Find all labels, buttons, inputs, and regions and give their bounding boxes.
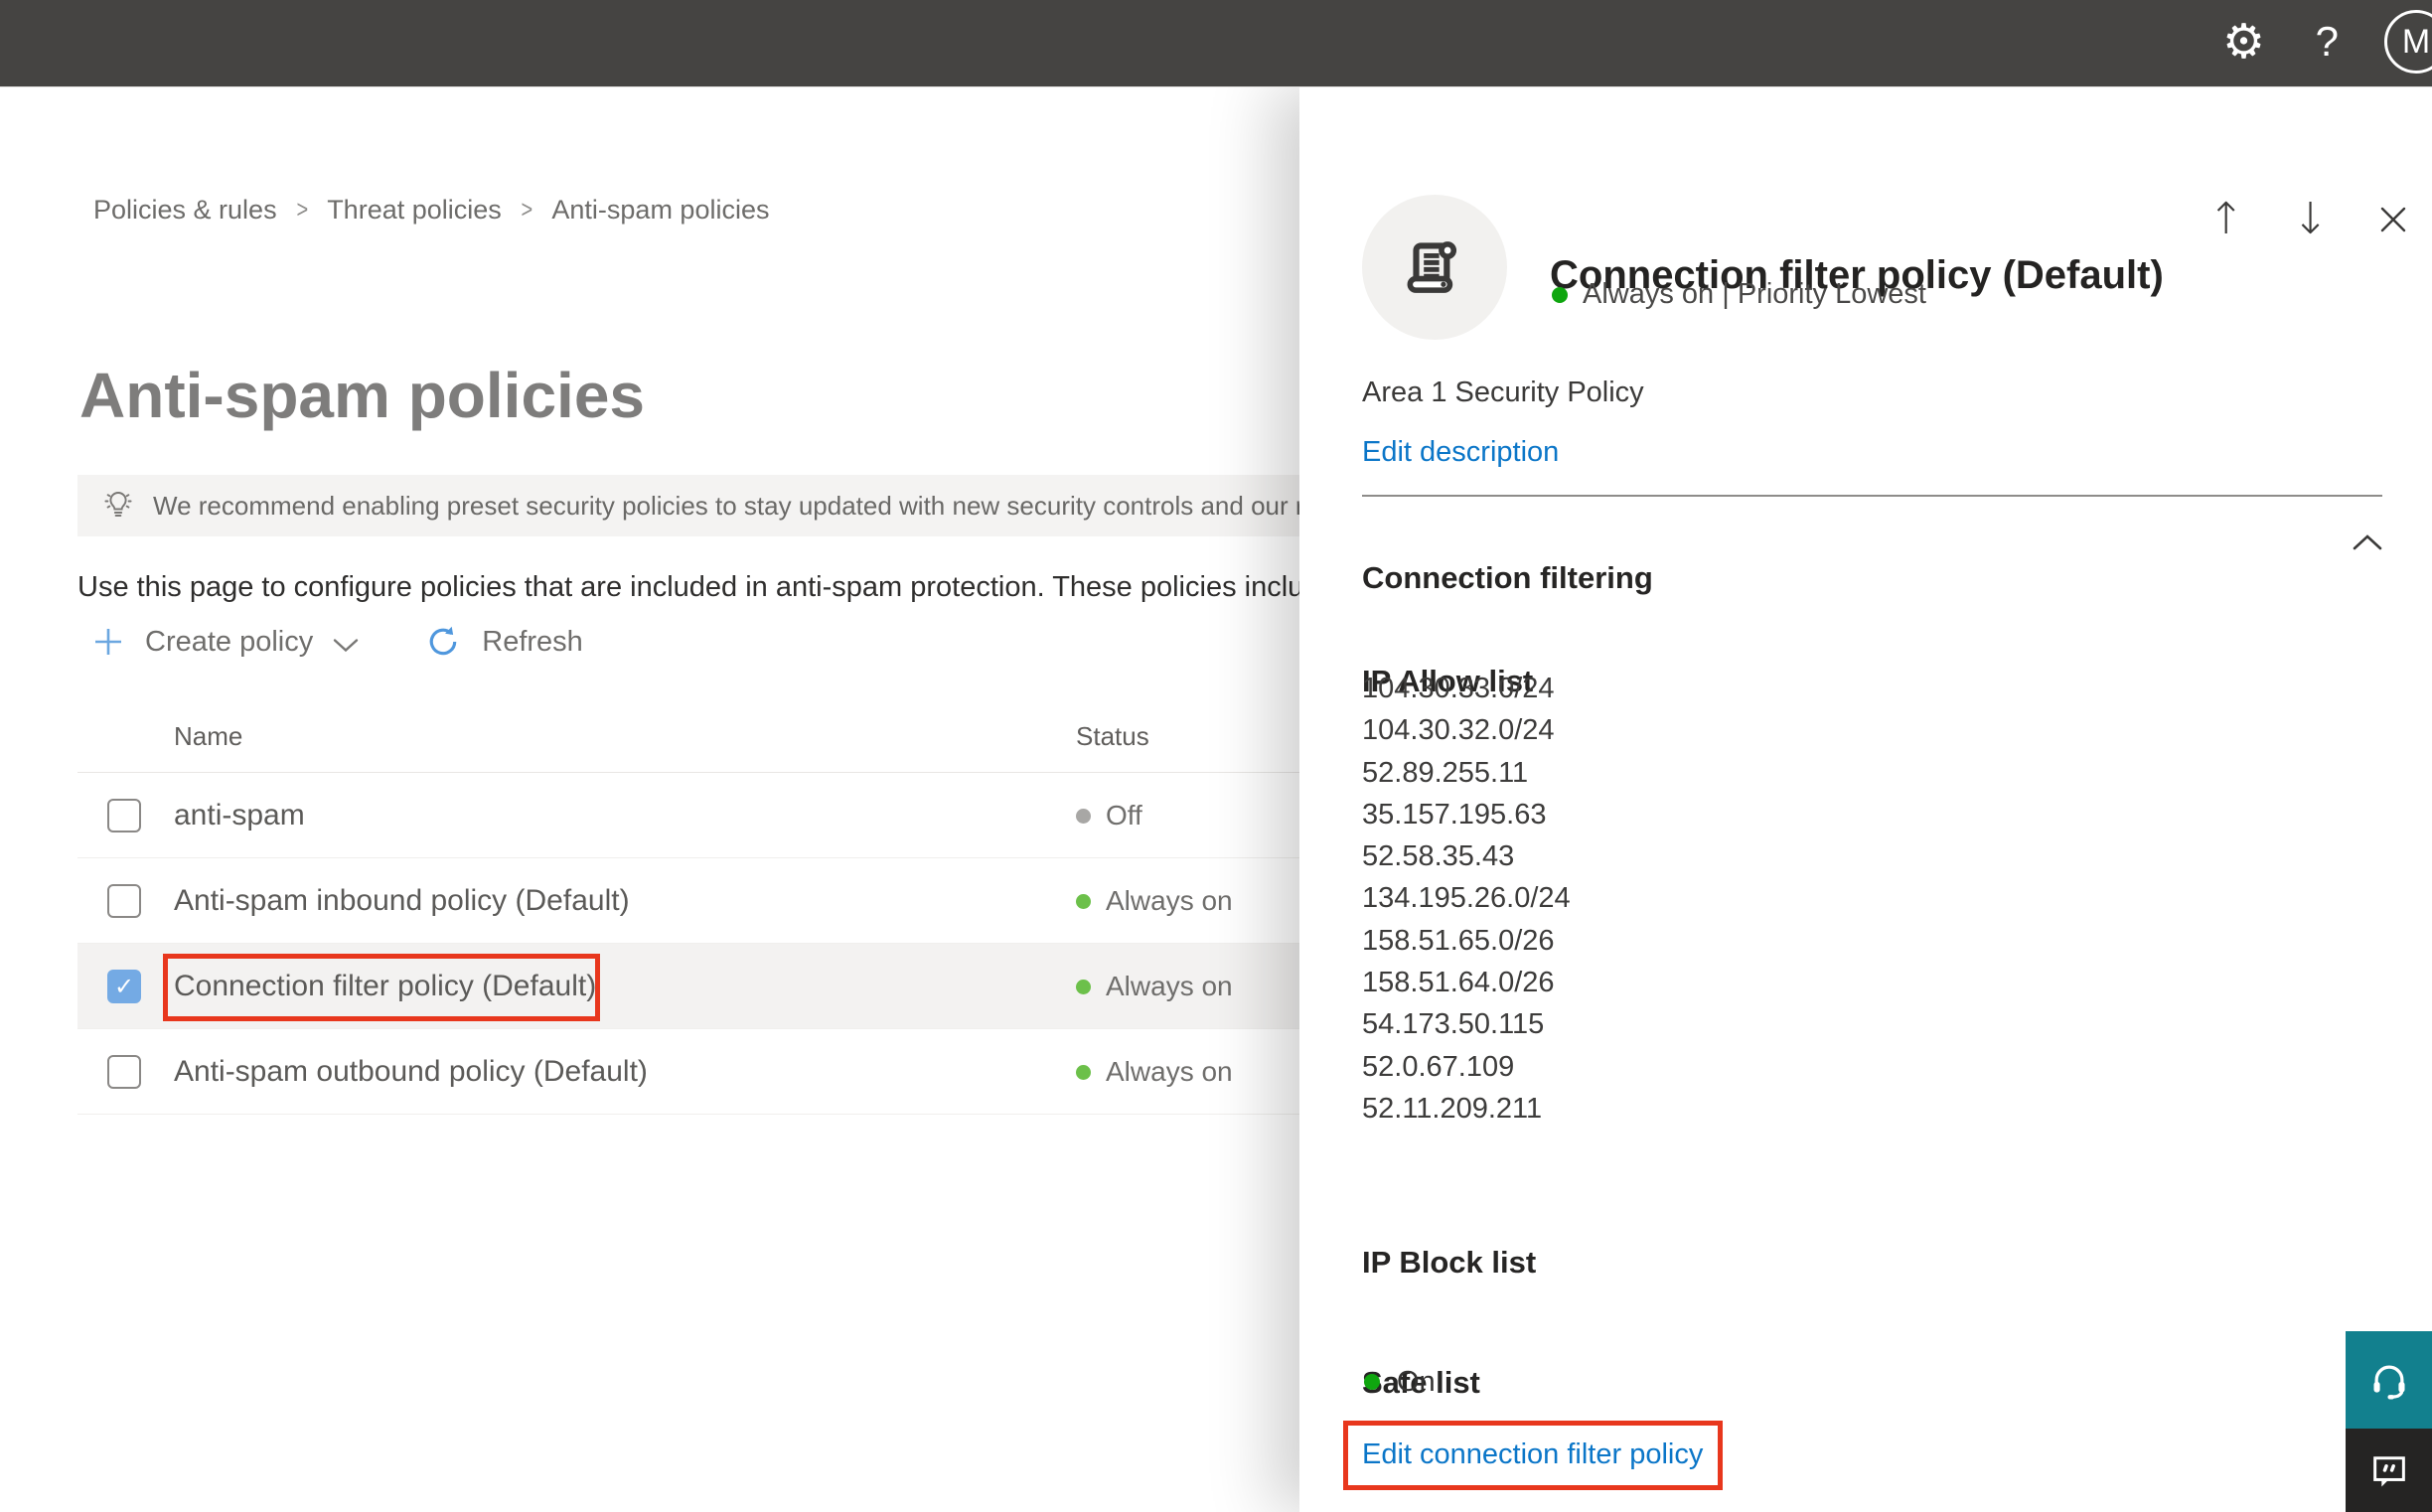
- next-item-arrow-down-icon[interactable]: ↓: [2292, 198, 2329, 241]
- status-dot-icon: [1076, 1064, 1091, 1080]
- status-label: Always on: [1106, 1056, 1233, 1087]
- refresh-label: Refresh: [482, 625, 583, 658]
- safe-list-status: On: [1364, 1365, 1436, 1399]
- policy-status: Always on: [1076, 944, 1233, 1029]
- close-icon[interactable]: [2376, 203, 2410, 236]
- feedback-button[interactable]: [2346, 1429, 2432, 1512]
- page-title: Anti-spam policies: [79, 359, 645, 431]
- refresh-icon: [429, 626, 457, 656]
- status-label: Always on: [1106, 885, 1233, 916]
- ip-allow-item: 52.58.35.43: [1362, 840, 1515, 873]
- avatar[interactable]: M: [2384, 10, 2432, 74]
- ip-block-list-title: IP Block list: [1362, 1245, 1537, 1281]
- create-policy-label: Create policy: [145, 625, 314, 658]
- safe-list-status-text: On: [1397, 1365, 1436, 1398]
- scroll-policy-icon: [1407, 241, 1457, 293]
- plus-icon: [95, 629, 121, 655]
- ip-allow-item: 158.51.65.0/26: [1362, 924, 1555, 957]
- status-dot-icon: [1364, 1374, 1380, 1390]
- status-dot-icon: [1076, 979, 1091, 994]
- flyout-status-text: Always on | Priority Lowest: [1583, 278, 1926, 310]
- column-header-status[interactable]: Status: [1076, 721, 1149, 752]
- ip-allow-item: 54.173.50.115: [1362, 1008, 1545, 1041]
- avatar-initial: M: [2401, 22, 2431, 61]
- ip-allow-item: 52.0.67.109: [1362, 1050, 1515, 1083]
- policy-status: Always on: [1076, 1029, 1233, 1115]
- policy-name[interactable]: Anti-spam outbound policy (Default): [174, 1055, 648, 1089]
- table-header: Name Status: [77, 695, 1401, 773]
- table-row[interactable]: anti-spam Off: [77, 773, 1401, 858]
- edit-description-link[interactable]: Edit description: [1362, 436, 1559, 469]
- policy-name[interactable]: Connection filter policy (Default): [174, 970, 596, 1003]
- policy-description: Area 1 Security Policy: [1362, 377, 1644, 408]
- ip-allow-list: 104.30.33.0/24 104.30.32.0/24 52.89.255.11…: [1362, 668, 1571, 1130]
- settings-gear-icon[interactable]: ⚙: [2222, 10, 2265, 74]
- breadcrumb: Policies & rules > Threat policies > Ant…: [93, 195, 769, 226]
- policy-status: Off: [1076, 773, 1142, 858]
- support-button[interactable]: [2346, 1331, 2432, 1429]
- column-header-name[interactable]: Name: [174, 721, 242, 752]
- ip-allow-item: 104.30.33.0/24: [1362, 673, 1555, 704]
- table-row[interactable]: Connection filter policy (Default) Alway…: [77, 944, 1401, 1029]
- breadcrumb-item-anti-spam-policies: Anti-spam policies: [551, 195, 770, 225]
- status-label: Off: [1106, 800, 1142, 831]
- table-row[interactable]: Anti-spam outbound policy (Default) Alwa…: [77, 1029, 1401, 1115]
- ip-allow-item: 52.11.209.211: [1362, 1092, 1543, 1125]
- banner-text: We recommend enabling preset security po…: [153, 490, 1401, 521]
- policy-table-body: anti-spam Off Anti-spam inbound policy (…: [77, 773, 1401, 1115]
- row-checkbox[interactable]: [107, 1055, 141, 1089]
- details-flyout: ↑ ↓ Connection filter policy (Default) A…: [1299, 86, 2432, 1512]
- recommendation-banner: We recommend enabling preset security po…: [77, 475, 1401, 536]
- table-row[interactable]: Anti-spam inbound policy (Default) Alway…: [77, 858, 1401, 944]
- status-dot-icon: [1076, 893, 1091, 909]
- ip-allow-item: 134.195.26.0/24: [1362, 882, 1571, 915]
- ip-allow-item: 35.157.195.63: [1362, 798, 1547, 831]
- policy-name[interactable]: Anti-spam inbound policy (Default): [174, 884, 630, 918]
- feedback-chat-icon: [2372, 1456, 2405, 1487]
- lightbulb-icon: [104, 492, 132, 517]
- breadcrumb-item-policies-rules[interactable]: Policies & rules: [93, 195, 277, 226]
- toolbar: Create policy Refresh: [91, 616, 583, 668]
- create-policy-button[interactable]: Create policy: [91, 625, 359, 659]
- row-checkbox[interactable]: [107, 884, 141, 918]
- refresh-button[interactable]: Refresh: [424, 623, 583, 661]
- row-checkbox[interactable]: [107, 799, 141, 832]
- section-connection-filtering: Connection filtering: [1362, 560, 1653, 595]
- policy-table: Name Status anti-spam Off Anti-spam inbo…: [77, 695, 1401, 1115]
- page-intro-text: Use this page to configure policies that…: [77, 571, 1336, 603]
- edit-connection-filter-policy-link[interactable]: Edit connection filter policy: [1362, 1438, 1703, 1471]
- status-label: Always on: [1106, 971, 1233, 1001]
- chevron-down-icon: [334, 638, 359, 652]
- ip-allow-item: 52.89.255.11: [1362, 756, 1529, 789]
- ip-allow-item: 104.30.32.0/24: [1362, 714, 1555, 747]
- previous-item-arrow-up-icon[interactable]: ↑: [2207, 198, 2244, 241]
- breadcrumb-separator-icon: >: [521, 196, 532, 224]
- breadcrumb-item-threat-policies[interactable]: Threat policies: [327, 195, 502, 226]
- flyout-controls: ↑ ↓: [2207, 198, 2410, 241]
- help-icon[interactable]: ?: [2316, 14, 2339, 70]
- row-checkbox[interactable]: [107, 970, 141, 1003]
- topbar: ⚙ ? M: [0, 0, 2432, 86]
- status-dot-icon: [1552, 286, 1568, 303]
- breadcrumb-separator-icon: >: [296, 196, 308, 224]
- flyout-status-line: Always on | Priority Lowest: [1552, 278, 1926, 311]
- divider: [1362, 495, 2382, 497]
- policy-name[interactable]: anti-spam: [174, 799, 305, 832]
- policy-scroll-avatar: [1362, 195, 1507, 340]
- status-dot-icon: [1076, 808, 1091, 824]
- headset-icon: [2372, 1365, 2405, 1400]
- policy-status: Always on: [1076, 858, 1233, 944]
- chevron-up-icon[interactable]: [2353, 533, 2382, 555]
- ip-allow-item: 158.51.64.0/26: [1362, 967, 1555, 999]
